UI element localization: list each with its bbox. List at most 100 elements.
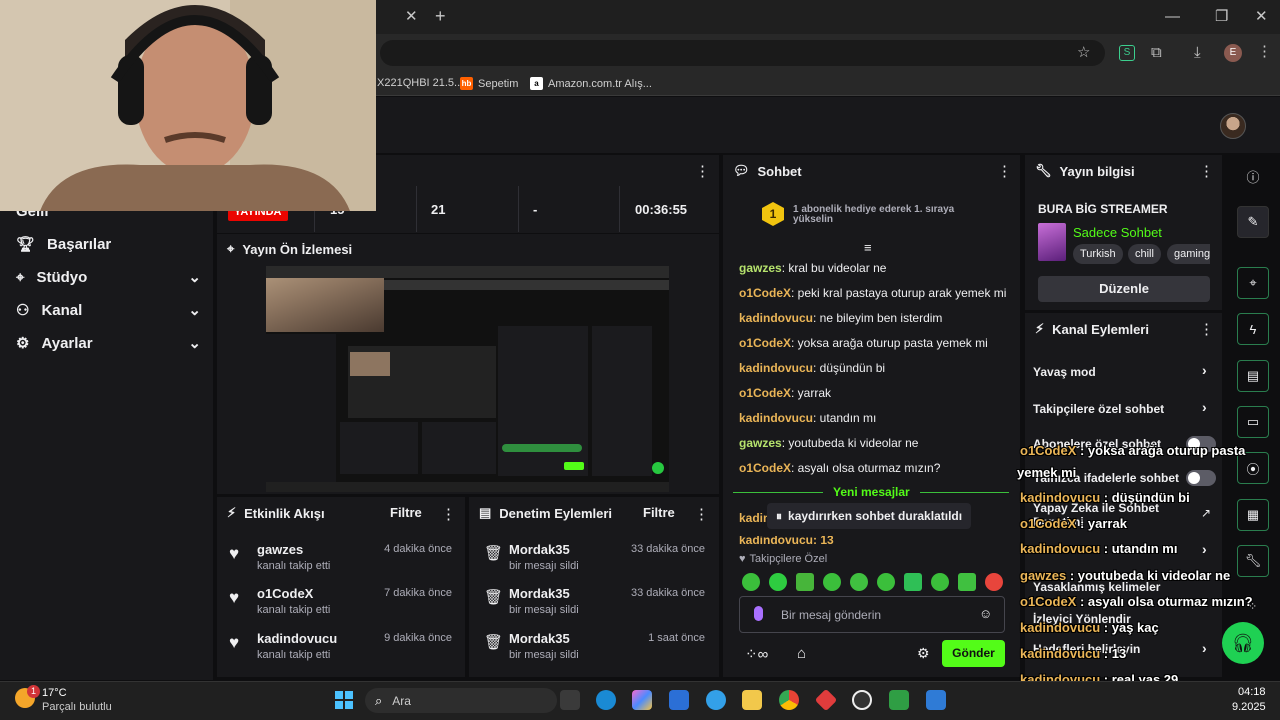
clock-date[interactable]: 9.2025 xyxy=(1232,701,1266,713)
sidebar-item-basarilar[interactable]: 🏆︎ Başarılar xyxy=(16,232,201,256)
pencil-icon[interactable]: ✎ xyxy=(1237,206,1269,238)
sidebar-item-kanal[interactable]: ⚇ Kanal ⌄ xyxy=(16,298,201,322)
emote-icon[interactable] xyxy=(985,573,1003,591)
weather-desc[interactable]: Parçalı bulutlu xyxy=(42,701,112,713)
obs-icon[interactable] xyxy=(852,690,872,710)
send-button[interactable]: Gönder xyxy=(942,640,1005,667)
sidebar-item-studyo[interactable]: ⌖ Stüdyo ⌄ xyxy=(16,265,201,289)
moderation-filter-button[interactable]: Filtre xyxy=(643,505,675,520)
microphone-icon[interactable] xyxy=(754,606,763,621)
bookmark-item[interactable]: X221QHBI 21.5... xyxy=(377,77,463,89)
user-avatar[interactable] xyxy=(1220,113,1246,139)
tag[interactable]: Turkish xyxy=(1073,244,1123,264)
close-tab-icon[interactable]: ✕ xyxy=(405,9,418,24)
chat-input[interactable]: Bir mesaj gönderin ☺ xyxy=(739,596,1005,633)
sidebar-item-ayarlar[interactable]: ⚙ Ayarlar ⌄ xyxy=(16,331,201,355)
window-close-icon[interactable]: ✕ xyxy=(1255,9,1268,24)
chat-message[interactable]: kadindovucu: utandın mı xyxy=(739,411,876,425)
windows-start-icon[interactable] xyxy=(335,691,353,709)
restore-icon[interactable]: ❐ xyxy=(1215,9,1228,24)
preview-rail-icon[interactable]: ⌖ xyxy=(1237,267,1269,299)
chat-username[interactable]: o1CodeX xyxy=(739,286,791,300)
emoji-icon[interactable]: ☺ xyxy=(979,606,992,621)
gift-text-2[interactable]: yükselin xyxy=(793,214,833,225)
download-icon[interactable]: ⤓ xyxy=(1194,45,1201,60)
chat-paused-banner[interactable]: ⏸︎ kaydırırken sohbet duraklatıldı xyxy=(767,503,972,529)
edge-icon[interactable] xyxy=(596,690,616,710)
chat-username[interactable]: kadindovucu xyxy=(739,361,813,375)
chat-message[interactable]: o1CodeX: yarrak xyxy=(739,386,831,400)
chat-username[interactable]: gawzes xyxy=(739,436,782,450)
followers-only-item[interactable]: Takipçilere özel sohbet xyxy=(1033,402,1213,416)
chrome-icon[interactable] xyxy=(779,690,799,710)
mod-user[interactable]: Mordak35 xyxy=(509,586,570,601)
chat-username[interactable]: o1CodeX xyxy=(739,336,791,350)
stream-preview-video[interactable] xyxy=(266,266,669,492)
taskbar-search[interactable]: ⌕ Ara xyxy=(365,688,557,713)
mod-user[interactable]: Mordak35 xyxy=(509,542,570,557)
tag[interactable]: chill xyxy=(1128,244,1161,264)
weather-temp[interactable]: 17°C xyxy=(42,687,67,699)
emote-only-toggle[interactable] xyxy=(1186,470,1216,486)
chat-username[interactable]: o1CodeX xyxy=(739,386,791,400)
emote-icon[interactable] xyxy=(904,573,922,591)
copilot-icon[interactable] xyxy=(632,690,652,710)
chat-message[interactable]: kadindovucu: ne bileyim ben isterdim xyxy=(739,311,942,325)
browser-menu-icon[interactable]: ⋮ xyxy=(1257,44,1272,59)
emote-icon[interactable] xyxy=(742,573,760,591)
extension-s-icon[interactable]: S xyxy=(1119,45,1135,61)
minimize-icon[interactable]: — xyxy=(1165,9,1180,24)
category-thumbnail[interactable] xyxy=(1038,223,1066,261)
chat-menu-icon[interactable]: ⋮ xyxy=(997,162,1012,180)
category-name[interactable]: Sadece Sohbet xyxy=(1073,225,1162,240)
clock-time[interactable]: 04:18 xyxy=(1238,686,1266,698)
chat-rail-icon[interactable]: ▭ xyxy=(1237,406,1269,438)
task-view-icon[interactable] xyxy=(560,690,580,710)
mod-user[interactable]: Mordak35 xyxy=(509,631,570,646)
edit-button[interactable]: Düzenle xyxy=(1038,276,1210,302)
emote-icon[interactable] xyxy=(796,573,814,591)
events-menu-icon[interactable]: ⋮ xyxy=(441,505,456,523)
chat-username[interactable]: kadindovucu xyxy=(739,411,813,425)
event-user[interactable]: kadindovucu xyxy=(257,631,337,646)
event-user[interactable]: gawzes xyxy=(257,542,303,557)
emote-icon[interactable] xyxy=(769,573,787,591)
emote-icon[interactable] xyxy=(823,573,841,591)
app-icon[interactable] xyxy=(926,690,946,710)
stream-info-menu-icon[interactable]: ⋮ xyxy=(1199,162,1214,180)
support-headset-icon[interactable]: 🎧︎ xyxy=(1222,622,1264,664)
moderation-menu-icon[interactable]: ⋮ xyxy=(694,505,709,523)
channel-actions-menu-icon[interactable]: ⋮ xyxy=(1199,320,1214,338)
bookmark-item[interactable]: hb Sepetim xyxy=(460,77,518,90)
emote-icon[interactable] xyxy=(877,573,895,591)
file-explorer-icon[interactable] xyxy=(742,690,762,710)
emote-bar[interactable] xyxy=(742,573,1004,591)
events-filter-button[interactable]: Filtre xyxy=(390,505,422,520)
filter-lines-icon[interactable]: ≡ xyxy=(864,240,872,255)
event-user[interactable]: o1CodeX xyxy=(257,586,313,601)
tag[interactable]: gaming xyxy=(1167,244,1210,264)
store-taskbar-icon[interactable] xyxy=(669,690,689,710)
emote-icon[interactable] xyxy=(850,573,868,591)
chat-settings-icon[interactable]: ⚙ xyxy=(917,645,930,662)
chat-username[interactable]: o1CodeX xyxy=(739,461,791,475)
address-bar[interactable] xyxy=(380,40,1105,66)
chat-message[interactable]: gawzes: kral bu videolar ne xyxy=(739,261,886,275)
weather-app-icon[interactable] xyxy=(706,690,726,710)
layout-rail-icon[interactable]: ▦ xyxy=(1237,499,1269,531)
bookmark-star-icon[interactable]: ☆ xyxy=(1077,45,1090,60)
profile-avatar[interactable]: E xyxy=(1224,44,1242,62)
chat-message[interactable]: gawzes: youtubeda ki videolar ne xyxy=(739,436,918,450)
wrench-rail-icon[interactable]: 🔧︎ xyxy=(1237,545,1269,577)
emote-icon[interactable] xyxy=(958,573,976,591)
community-icon[interactable]: ⁘∞ xyxy=(745,645,768,663)
lightning-rail-icon[interactable]: ϟ xyxy=(1237,313,1269,345)
extensions-icon[interactable]: ⧉ xyxy=(1151,45,1162,60)
slow-mode-item[interactable]: Yavaş mod xyxy=(1033,365,1213,379)
info-icon[interactable]: ⓘ xyxy=(1237,160,1269,192)
emote-icon[interactable] xyxy=(931,573,949,591)
bookmark-item[interactable]: a Amazon.com.tr Alış... xyxy=(530,77,652,90)
chat-message[interactable]: kadindovucu: düşündün bi xyxy=(739,361,885,375)
chat-message[interactable]: o1CodeX: peki kral pastaya oturup arak y… xyxy=(739,286,1006,300)
new-tab-icon[interactable]: + xyxy=(435,7,446,25)
